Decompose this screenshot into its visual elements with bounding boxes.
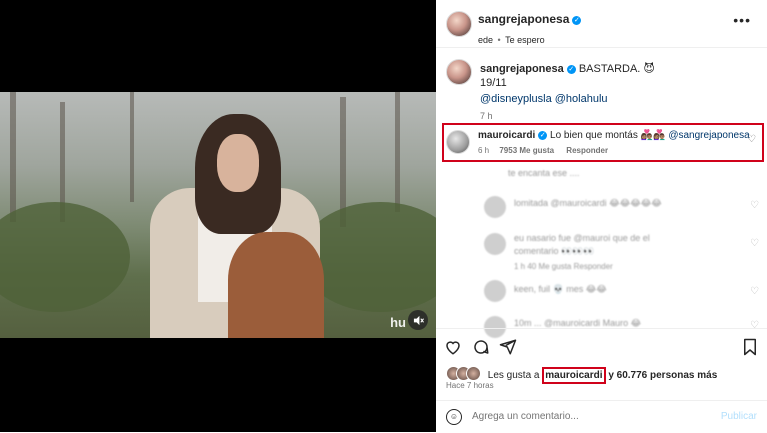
blurred-comment: comentario 👀👀👀 (514, 246, 595, 256)
heart-icon[interactable]: ♡ (750, 286, 759, 297)
author-username[interactable]: sangrejaponesa (478, 12, 569, 26)
blurred-comment: te encanta ese .... (508, 168, 580, 178)
comment-likes[interactable]: 7953 Me gusta (499, 146, 554, 155)
likes-count[interactable]: y 60.776 personas más (608, 370, 717, 381)
comment-meta: 6 h 7953 Me gusta Responder (478, 146, 608, 155)
heart-icon[interactable]: ♡ (750, 200, 759, 211)
likes-user[interactable]: mauroicardi (542, 367, 606, 384)
comment-input[interactable] (472, 411, 692, 422)
media-area: hu (0, 0, 436, 432)
save-icon[interactable] (741, 338, 759, 356)
post-video[interactable]: hu (0, 92, 436, 338)
comment-age: 6 h (478, 146, 490, 155)
comment-icon[interactable] (472, 338, 490, 356)
blurred-comment: keen, fuil 💀 mes 😂😂 (514, 284, 607, 294)
post-time[interactable]: Hace 7 horas (446, 381, 494, 390)
woman-face (217, 134, 259, 192)
caption-mentions[interactable]: @disneyplusla @holahulu (480, 93, 760, 105)
background-tree (130, 92, 134, 202)
liker-avatar (466, 366, 481, 381)
caption-date: 19/11 (480, 77, 507, 89)
bush (0, 202, 130, 312)
comment-username[interactable]: mauroicardi (478, 130, 535, 141)
highlighted-comment: mauroicardi ✓ Lo bien que montás 👩🏽‍❤️‍👨🏽… (442, 123, 764, 162)
likes-prefix: Les gusta a (487, 370, 540, 381)
caption-text: BASTARDA. 😈 (578, 63, 655, 75)
blurred-comment: 1 h 40 Me gusta Responder (514, 262, 613, 271)
more-options-icon[interactable]: ••• (733, 12, 751, 28)
post-panel: sangrejaponesa ✓ ede • Te espero ••• sang… (436, 0, 767, 432)
comment-mention[interactable]: @sangrejaponesa (668, 130, 749, 141)
blurred-avatar (484, 196, 506, 218)
publish-button[interactable]: Publicar (721, 411, 757, 422)
blurred-comment: eu nasario fue @mauroi que de el (514, 233, 650, 243)
subtitle-separator: • (497, 35, 501, 45)
comment-text: Lo bien que montás 👩🏽‍❤️‍👨🏽👩🏽‍❤️‍👨🏽 (550, 130, 666, 141)
verified-icon: ✓ (538, 131, 548, 140)
verified-icon: ✓ (566, 65, 576, 74)
caption-age: 7 h (480, 111, 493, 121)
action-bar (436, 328, 767, 365)
like-icon[interactable] (444, 338, 462, 356)
comment-composer: ☺ Publicar (436, 400, 767, 433)
blurred-avatar (484, 280, 506, 302)
blurred-comment: lomitada @mauroicardi 😂😂😂😂😂 (514, 198, 662, 208)
blurred-avatar (484, 233, 506, 255)
horse-head (228, 232, 324, 338)
caption-username[interactable]: sangrejaponesa (480, 63, 564, 75)
comment-body: mauroicardi ✓ Lo bien que montás 👩🏽‍❤️‍👨🏽… (478, 130, 750, 141)
heart-icon[interactable]: ♡ (750, 238, 759, 249)
post-header: sangrejaponesa ✓ ede • Te espero ••• (436, 0, 767, 48)
emoji-icon[interactable]: ☺ (446, 409, 462, 425)
mute-icon[interactable] (408, 310, 428, 330)
reply-button[interactable]: Responder (566, 146, 608, 155)
background-tree (395, 92, 400, 212)
heart-icon[interactable]: ♡ (747, 134, 756, 145)
author-avatar[interactable] (446, 11, 472, 37)
caption-avatar[interactable] (446, 59, 472, 85)
author-info: sangrejaponesa ✓ ede • Te espero (478, 10, 582, 48)
share-icon[interactable] (499, 338, 517, 356)
verified-icon: ✓ (572, 16, 582, 25)
caption: sangrejaponesa ✓ BASTARDA. 😈 19/11 @disne… (480, 62, 760, 121)
commenter-avatar[interactable] (446, 130, 470, 154)
audio-track[interactable]: Te espero (505, 35, 545, 45)
audio-source[interactable]: ede (478, 35, 493, 45)
likes-summary: Les gusta a mauroicardi y 60.776 persona… (446, 366, 717, 384)
background-tree (10, 92, 16, 222)
video-logo: hu (390, 315, 406, 330)
